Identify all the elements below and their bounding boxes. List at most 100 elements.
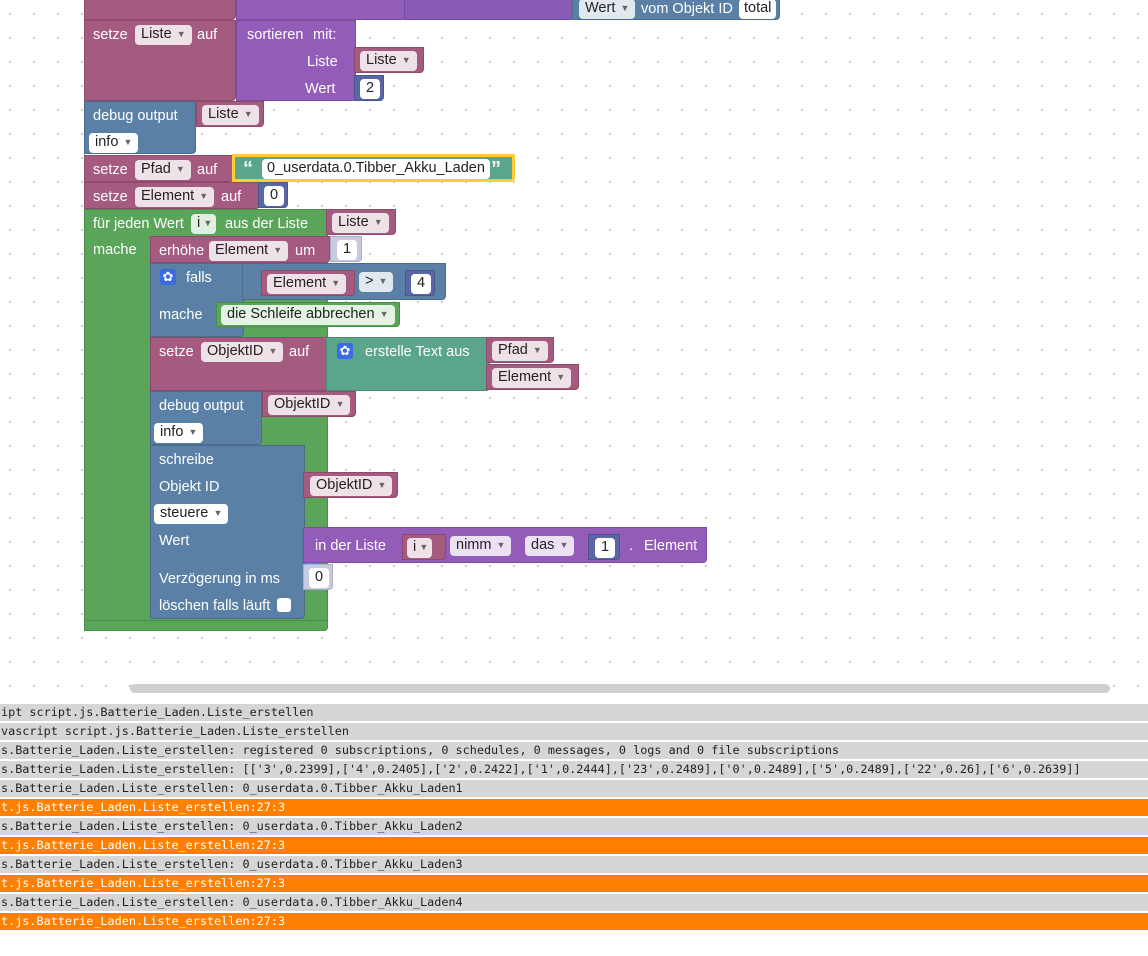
dot-label: .: [629, 538, 634, 554]
dropdown-text: Element: [273, 275, 327, 291]
dropdown-text: Pfad: [141, 161, 171, 177]
get-liste-block-loop[interactable]: Liste ▼: [326, 209, 396, 235]
dropdown-text: Element: [141, 188, 195, 204]
set-list-block[interactable]: setze Liste ▼ auf: [84, 20, 236, 101]
debug-label: debug output: [93, 108, 178, 124]
debug-output-block-2[interactable]: debug output info ▼: [150, 391, 262, 445]
set-pfad-block[interactable]: setze Pfad ▼ auf: [84, 155, 234, 182]
var-dropdown-liste[interactable]: Liste ▼: [135, 25, 192, 45]
chevron-down-icon: ▼: [243, 109, 253, 119]
debug-output-block[interactable]: debug output info ▼: [84, 101, 196, 154]
text-block-selected[interactable]: “ 0_userdata.0.Tibber_Akku_Laden ”: [232, 154, 515, 182]
chevron-down-icon: ▼: [532, 345, 542, 355]
log-row: s.Batterie_Laden.Liste_erstellen: 0_user…: [0, 780, 1148, 797]
number-block[interactable]: 0: [303, 564, 333, 590]
set-element-block[interactable]: setze Element ▼ auf: [84, 182, 260, 209]
log-row: s.Batterie_Laden.Liste_erstellen: 0_user…: [0, 818, 1148, 835]
get-element-block-join[interactable]: Element ▼: [486, 364, 579, 390]
dropdown-text: >: [365, 273, 374, 289]
log-row: s.Batterie_Laden.Liste_erstellen: [['3',…: [0, 761, 1148, 778]
number-block[interactable]: 1: [588, 534, 620, 560]
prev-list-block[interactable]: [404, 0, 574, 20]
var-dropdown-objektid-write[interactable]: ObjektID ▼: [310, 476, 393, 496]
operator-dropdown[interactable]: > ▼: [359, 272, 394, 292]
increment-block[interactable]: erhöhe Element ▼ um: [150, 236, 330, 263]
number-block[interactable]: 0: [258, 182, 288, 208]
set-objektid-block[interactable]: setze ObjektID ▼ auf: [150, 337, 328, 391]
break-dropdown[interactable]: die Schleife abbrechen ▼: [221, 305, 395, 325]
number-field[interactable]: 1: [337, 240, 358, 260]
var-dropdown-element-inc[interactable]: Element ▼: [209, 241, 289, 261]
number-field[interactable]: 0: [264, 186, 285, 206]
get-value-block[interactable]: Wert ▼ vom Objekt ID total: [572, 0, 780, 20]
write-label: schreibe: [159, 452, 214, 468]
write-block[interactable]: schreibe Objekt ID steuere ▼ Wert Verzöge…: [150, 445, 305, 619]
get-liste-block-debug[interactable]: Liste ▼: [196, 101, 264, 127]
log-row-warning: t.js.Batterie_Laden.Liste_erstellen:27:3: [0, 875, 1148, 892]
var-dropdown-i[interactable]: i ▼: [407, 538, 433, 558]
get-i-block[interactable]: i ▼: [402, 534, 446, 560]
gear-icon[interactable]: ✿: [160, 269, 176, 285]
log-row-warning: t.js.Batterie_Laden.Liste_erstellen:27:3: [0, 913, 1148, 930]
var-dropdown-element-join[interactable]: Element ▼: [492, 368, 572, 388]
horizontal-scrollbar[interactable]: [130, 684, 1110, 693]
gear-icon[interactable]: ✿: [337, 343, 353, 359]
sort-block[interactable]: sortieren mit: Liste Wert: [236, 20, 356, 101]
object-id-value[interactable]: total: [739, 0, 777, 19]
loop-var-dropdown[interactable]: i ▼: [191, 214, 217, 234]
chevron-down-icon: ▼: [213, 508, 223, 518]
text-field-path[interactable]: 0_userdata.0.Tibber_Akku_Laden: [262, 159, 490, 179]
var-dropdown-liste-sort[interactable]: Liste ▼: [360, 51, 417, 71]
get-element-block-compare[interactable]: Element ▼: [261, 270, 355, 296]
number-block[interactable]: 2: [354, 75, 384, 101]
set-label: setze: [159, 344, 194, 360]
get-objektid-block-write[interactable]: ObjektID ▼: [303, 472, 398, 498]
var-dropdown-liste-loop[interactable]: Liste ▼: [332, 213, 389, 233]
compare-block[interactable]: Element ▼ > ▼ 4: [242, 263, 446, 300]
log-level-dropdown[interactable]: info ▼: [154, 423, 204, 443]
number-field[interactable]: 1: [595, 538, 616, 558]
number-field[interactable]: 4: [411, 274, 432, 294]
for-each-label: für jeden Wert: [93, 216, 184, 232]
list-param-label: Liste: [307, 54, 338, 70]
debug-label: debug output: [159, 398, 244, 414]
dropdown-text: Liste: [141, 26, 172, 42]
set-label: setze: [93, 162, 128, 178]
by-label: um: [295, 243, 316, 259]
log-level-dropdown[interactable]: info ▼: [89, 133, 139, 153]
increment-label: erhöhe: [159, 243, 205, 259]
prev-sort-block[interactable]: [236, 0, 406, 20]
chevron-down-icon: ▼: [273, 245, 283, 255]
prev-set-block[interactable]: [84, 0, 236, 20]
var-dropdown-element-compare[interactable]: Element ▼: [267, 274, 347, 294]
clear-running-checkbox[interactable]: [277, 598, 291, 612]
var-dropdown-pfad-join[interactable]: Pfad ▼: [492, 341, 548, 361]
get-liste-block[interactable]: Liste ▼: [354, 47, 424, 73]
value-dropdown[interactable]: Wert ▼: [579, 0, 636, 19]
var-dropdown-liste-debug[interactable]: Liste ▼: [202, 105, 259, 125]
text-join-block[interactable]: ✿ erstelle Text aus: [326, 337, 490, 391]
number-field[interactable]: 2: [360, 79, 381, 99]
var-dropdown-pfad[interactable]: Pfad ▼: [135, 160, 191, 180]
write-mode-dropdown[interactable]: steuere ▼: [154, 504, 229, 524]
var-dropdown-element[interactable]: Element ▼: [135, 187, 215, 207]
get-objektid-block-debug[interactable]: ObjektID ▼: [262, 391, 356, 417]
position-dropdown[interactable]: das ▼: [525, 536, 575, 556]
var-dropdown-objektid-debug[interactable]: ObjektID ▼: [268, 395, 351, 415]
to-label: auf: [289, 344, 310, 360]
break-block[interactable]: die Schleife abbrechen ▼: [216, 302, 400, 327]
number-block[interactable]: 4: [405, 270, 435, 296]
list-get-block[interactable]: in der Liste i ▼ nimm ▼ das ▼ 1 . Element: [303, 527, 707, 563]
dropdown-text: Element: [215, 242, 269, 258]
var-dropdown-objektid[interactable]: ObjektID ▼: [201, 342, 284, 362]
dropdown-text: nimm: [456, 537, 492, 553]
blockly-workspace[interactable]: Wert ▼ vom Objekt ID total setze Liste ▼ a…: [0, 0, 1148, 698]
chevron-down-icon: ▼: [268, 346, 278, 356]
number-field[interactable]: 0: [309, 568, 330, 588]
take-mode-dropdown[interactable]: nimm ▼: [450, 536, 512, 556]
log-row: ipt script.js.Batterie_Laden.Liste_erste…: [0, 704, 1148, 721]
chevron-down-icon: ▼: [123, 137, 133, 147]
clear-running-label: löschen falls läuft: [159, 598, 271, 614]
number-block[interactable]: 1: [330, 236, 362, 262]
get-pfad-block[interactable]: Pfad ▼: [486, 337, 554, 363]
